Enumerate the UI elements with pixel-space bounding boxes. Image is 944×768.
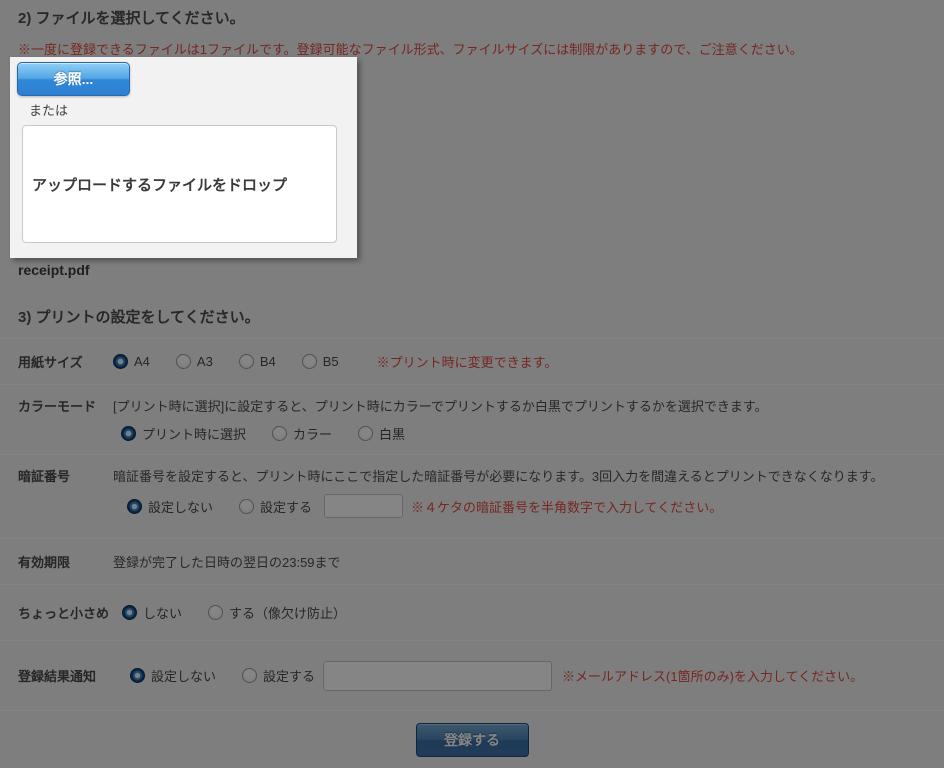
- file-dropzone[interactable]: アップロードするファイルをドロップ: [22, 125, 337, 243]
- dropzone-label: アップロードするファイルをドロップ: [32, 176, 288, 194]
- file-select-spotlight-panel: 参照... または アップロードするファイルをドロップ: [10, 57, 357, 258]
- browse-button[interactable]: 参照...: [17, 62, 130, 96]
- or-label: または: [29, 103, 69, 118]
